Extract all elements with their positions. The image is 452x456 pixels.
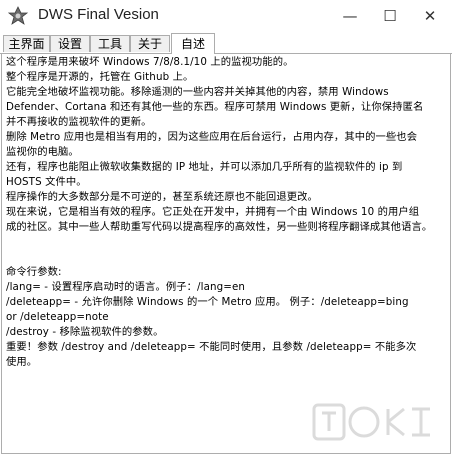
window-title: DWS Final Vesion xyxy=(38,6,159,23)
readme-text: 这个程序是用来破坏 Windows 7/8/8.1/10 上的监视功能的。 整个程… xyxy=(6,55,446,370)
tab-bar: 主界面 设置 工具 关于 自述 xyxy=(0,33,452,54)
readme-line: /destroy - 移除监视软件的参数。 xyxy=(6,326,164,338)
readme-line: 程序操作的大多数部分是不可逆的，甚至系统还原也不能回退更改。 xyxy=(6,191,318,203)
readme-line: 重要！参数 /destroy and /deleteapp= 不能同时使用，且参… xyxy=(6,341,417,353)
readme-line: 并不再接收的监视软件的更新。 xyxy=(6,116,152,128)
tab-tools[interactable]: 工具 xyxy=(90,35,130,52)
readme-line: /deleteapp= - 允许你删除 Windows 的一个 Metro 应用… xyxy=(6,296,409,308)
readme-line: or /deleteapp=note xyxy=(6,311,109,323)
readme-line: 成的社区。其中一些人帮助重写代码以提高程序的高效性，另一些则将程序翻译成其他语言… xyxy=(6,221,433,233)
maximize-button[interactable]: ☐ xyxy=(372,0,408,32)
readme-line: 这个程序是用来破坏 Windows 7/8/8.1/10 上的监视功能的。 xyxy=(6,56,294,68)
readme-line: 删除 Metro 应用也是相当有用的，因为这些应用在后台运行，占用内存，其中的一… xyxy=(6,131,418,143)
title-bar: DWS Final Vesion — ☐ ✕ xyxy=(0,0,452,32)
readme-line: 现在来说，它是相当有效的程序。它正处在开发中，并拥有一个由 Windows 10… xyxy=(6,206,420,218)
readme-line: 监视你的电脑。 xyxy=(6,146,79,158)
readme-line: HOSTS 文件中。 xyxy=(6,176,87,188)
readme-line: 还有，程序也能阻止微软收集数据的 IP 地址，并可以添加几乎所有的监视软件的 i… xyxy=(6,161,403,173)
minimize-button[interactable]: — xyxy=(332,0,368,32)
readme-line: 命令行参数: xyxy=(6,266,62,278)
readme-panel[interactable]: 这个程序是用来破坏 Windows 7/8/8.1/10 上的监视功能的。 整个程… xyxy=(1,54,451,454)
tab-about[interactable]: 关于 xyxy=(130,35,170,52)
readme-line: 整个程序是开源的，托管在 Github 上。 xyxy=(6,71,194,83)
readme-line xyxy=(6,250,446,265)
readme-line: /lang= - 设置程序启动时的语言。例子：/lang=en xyxy=(6,281,246,293)
app-logo-icon xyxy=(7,6,29,26)
readme-line xyxy=(6,235,446,250)
readme-line: 使用。 xyxy=(6,356,38,368)
readme-line: 它能完全地破坏监视功能。移除遥测的一些内容并关掉其他的内容，禁用 Windows xyxy=(6,86,389,98)
tab-readme[interactable]: 自述 xyxy=(171,33,215,54)
tab-main[interactable]: 主界面 xyxy=(3,35,50,52)
close-button[interactable]: ✕ xyxy=(412,0,448,32)
tab-settings[interactable]: 设置 xyxy=(50,35,90,52)
watermark-logo xyxy=(312,403,430,441)
readme-line: Defender、Cortana 和还有其他一些的东西。程序可禁用 Window… xyxy=(6,101,424,113)
